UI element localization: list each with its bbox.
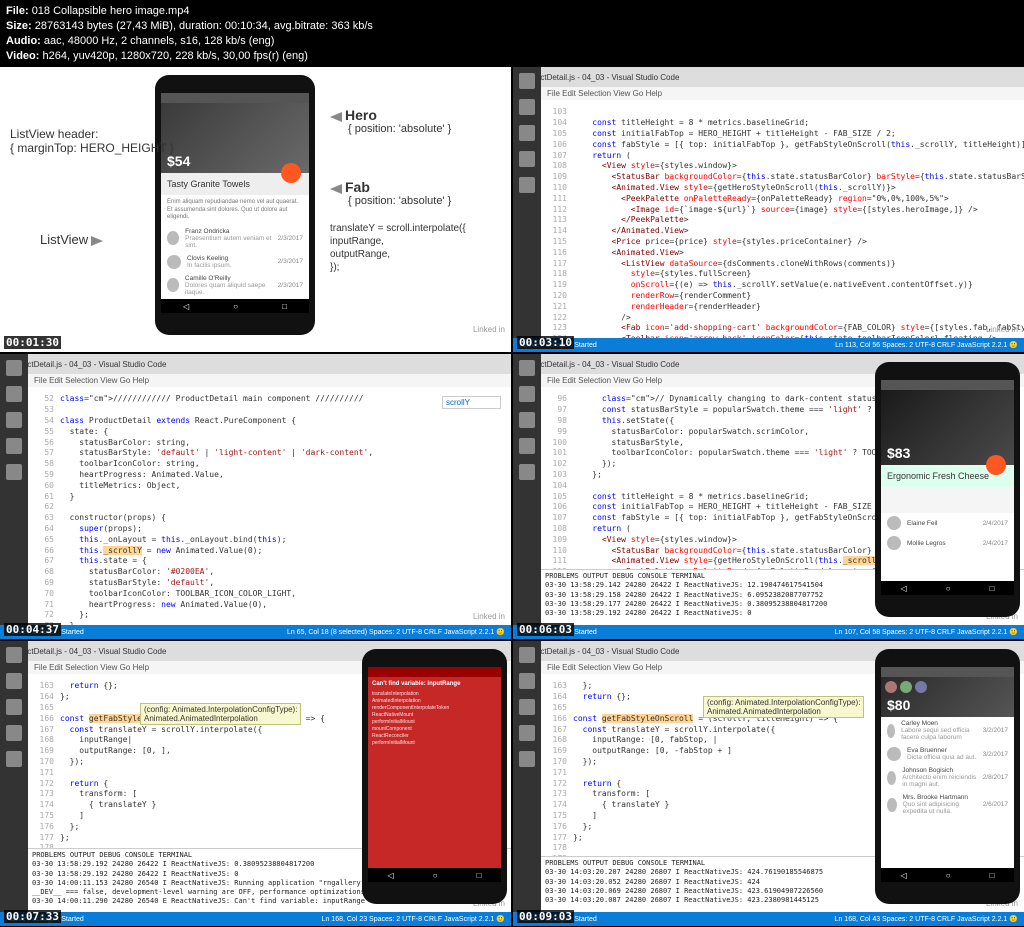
debug-icon[interactable] [519, 151, 535, 167]
watermark: Linked in [473, 612, 505, 621]
activity-bar[interactable] [513, 354, 541, 639]
product-desc: Enim aliquam repudiandae nemo vel aut qu… [161, 195, 309, 225]
annot-listview-header: ListView header: { marginTop: HERO_HEIGH… [10, 127, 174, 155]
activity-bar[interactable] [0, 641, 28, 926]
ext-icon[interactable] [519, 177, 535, 193]
timestamp: 00:06:03 [517, 623, 574, 636]
statusbar[interactable]: Native Packager: StartedLn 168, Col 23 S… [0, 912, 511, 926]
thumb-1: ListView header: { marginTop: HERO_HEIGH… [0, 67, 511, 352]
timestamp: 00:04:37 [4, 623, 61, 636]
files-icon[interactable] [519, 73, 535, 89]
activity-bar[interactable] [0, 354, 28, 639]
statusbar[interactable]: Native Packager: StartedLn 107, Col 58 S… [513, 625, 1024, 639]
window-titlebar: ProductDetail.js - 04_03 - Visual Studio… [513, 67, 1024, 87]
search-icon[interactable] [519, 99, 535, 115]
list-item[interactable]: Clovis KeelingIn facilis ipsum.2/3/2017 [161, 252, 309, 272]
error-screen: Can't find variable: inputRange translat… [368, 667, 501, 882]
list-item[interactable]: Carley MoenLabore sequi sed officia face… [881, 717, 1014, 744]
thumb-3: ProductDetail.js - 04_03 - Visual Studio… [0, 354, 511, 639]
list-item[interactable]: Johnson BogisichArchitecto enim reiciend… [881, 764, 1014, 791]
fab-button[interactable] [281, 163, 301, 183]
intellisense-tooltip: (config: Animated.InterpolationConfigTyp… [140, 703, 301, 725]
list-item[interactable]: Franz OndrickaPraesentium autem veniam e… [161, 225, 309, 252]
product-title-bar: Tasty Granite Towels [161, 173, 309, 195]
thumb-4: ProductDetail.js - 04_03 - Visual Studio… [513, 354, 1024, 639]
window-titlebar: ProductDetail.js - 04_03 - Visual Studio… [0, 354, 511, 374]
timestamp: 00:03:10 [517, 336, 574, 349]
annot-hero: Hero { position: 'absolute' } [330, 107, 451, 135]
statusbar[interactable]: Native Packager: StartedLn 113, Col 56 S… [513, 338, 1024, 352]
intellisense-tooltip: (config: Animated.InterpolationConfigTyp… [703, 696, 864, 718]
activity-bar[interactable] [513, 67, 541, 352]
phone-mockup: $83 Ergonomic Fresh Cheese Elaine Feil2/… [875, 362, 1020, 617]
activity-bar[interactable] [513, 641, 541, 926]
list-item[interactable]: Mrs. Brooke HartmannQuo sint adipisicing… [881, 791, 1014, 818]
phone-mockup: $80 Carley MoenLabore sequi sed officia … [875, 649, 1020, 904]
annot-translate: translateY = scroll.interpolate({ inputR… [330, 222, 466, 274]
phone-mockup: $54 Tasty Granite Towels Enim aliquam re… [155, 75, 315, 335]
phone-mockup: Can't find variable: inputRange translat… [362, 649, 507, 904]
watermark: Linked in [473, 325, 505, 334]
timestamp: 00:01:30 [4, 336, 61, 349]
thumbnail-grid: ListView header: { marginTop: HERO_HEIGH… [0, 67, 1024, 926]
statusbar[interactable]: Native Packager: StartedLn 65, Col 18 (8… [0, 625, 511, 639]
list-item[interactable]: Elaine Feil2/4/2017 [881, 513, 1014, 533]
thumb-5: ProductDetail.js - 04_03 - Visual Studio… [0, 641, 511, 926]
find-widget[interactable]: scrollY [442, 396, 501, 409]
menubar[interactable]: File Edit Selection View Go Help [28, 374, 511, 387]
watermark: Linked in [986, 325, 1018, 334]
android-navbar[interactable]: ◁○□ [161, 299, 309, 313]
code-editor[interactable]: 103104 const titleHeight = 8 * metrics.b… [541, 105, 1024, 338]
statusbar[interactable]: Native Packager: StartedLn 168, Col 43 S… [513, 912, 1024, 926]
timestamp: 00:09:03 [517, 910, 574, 923]
media-info-header: File: 018 Collapsible hero image.mp4 Siz… [0, 0, 1024, 67]
code-editor[interactable]: 52class="cm">//////////// ProductDetail … [28, 392, 511, 625]
list-item[interactable]: Camille O'ReillyDolores quam aliquid sae… [161, 272, 309, 299]
list-item[interactable]: Mollie Legros2/4/2017 [881, 533, 1014, 553]
thumb-2: ProductDetail.js - 04_03 - Visual Studio… [513, 67, 1024, 352]
git-icon[interactable] [519, 125, 535, 141]
price: $54 [167, 153, 190, 169]
annot-fab: Fab { position: 'absolute' } [330, 179, 451, 207]
list-item[interactable]: Eva BruennerDicta officia quia ad aut.3/… [881, 744, 1014, 764]
menubar[interactable]: File Edit Selection View Go Help [541, 87, 1024, 100]
annot-listview: ListView [40, 232, 103, 247]
timestamp: 00:07:33 [4, 910, 61, 923]
thumb-6: ProductDetail.js - 04_03 - Visual Studio… [513, 641, 1024, 926]
